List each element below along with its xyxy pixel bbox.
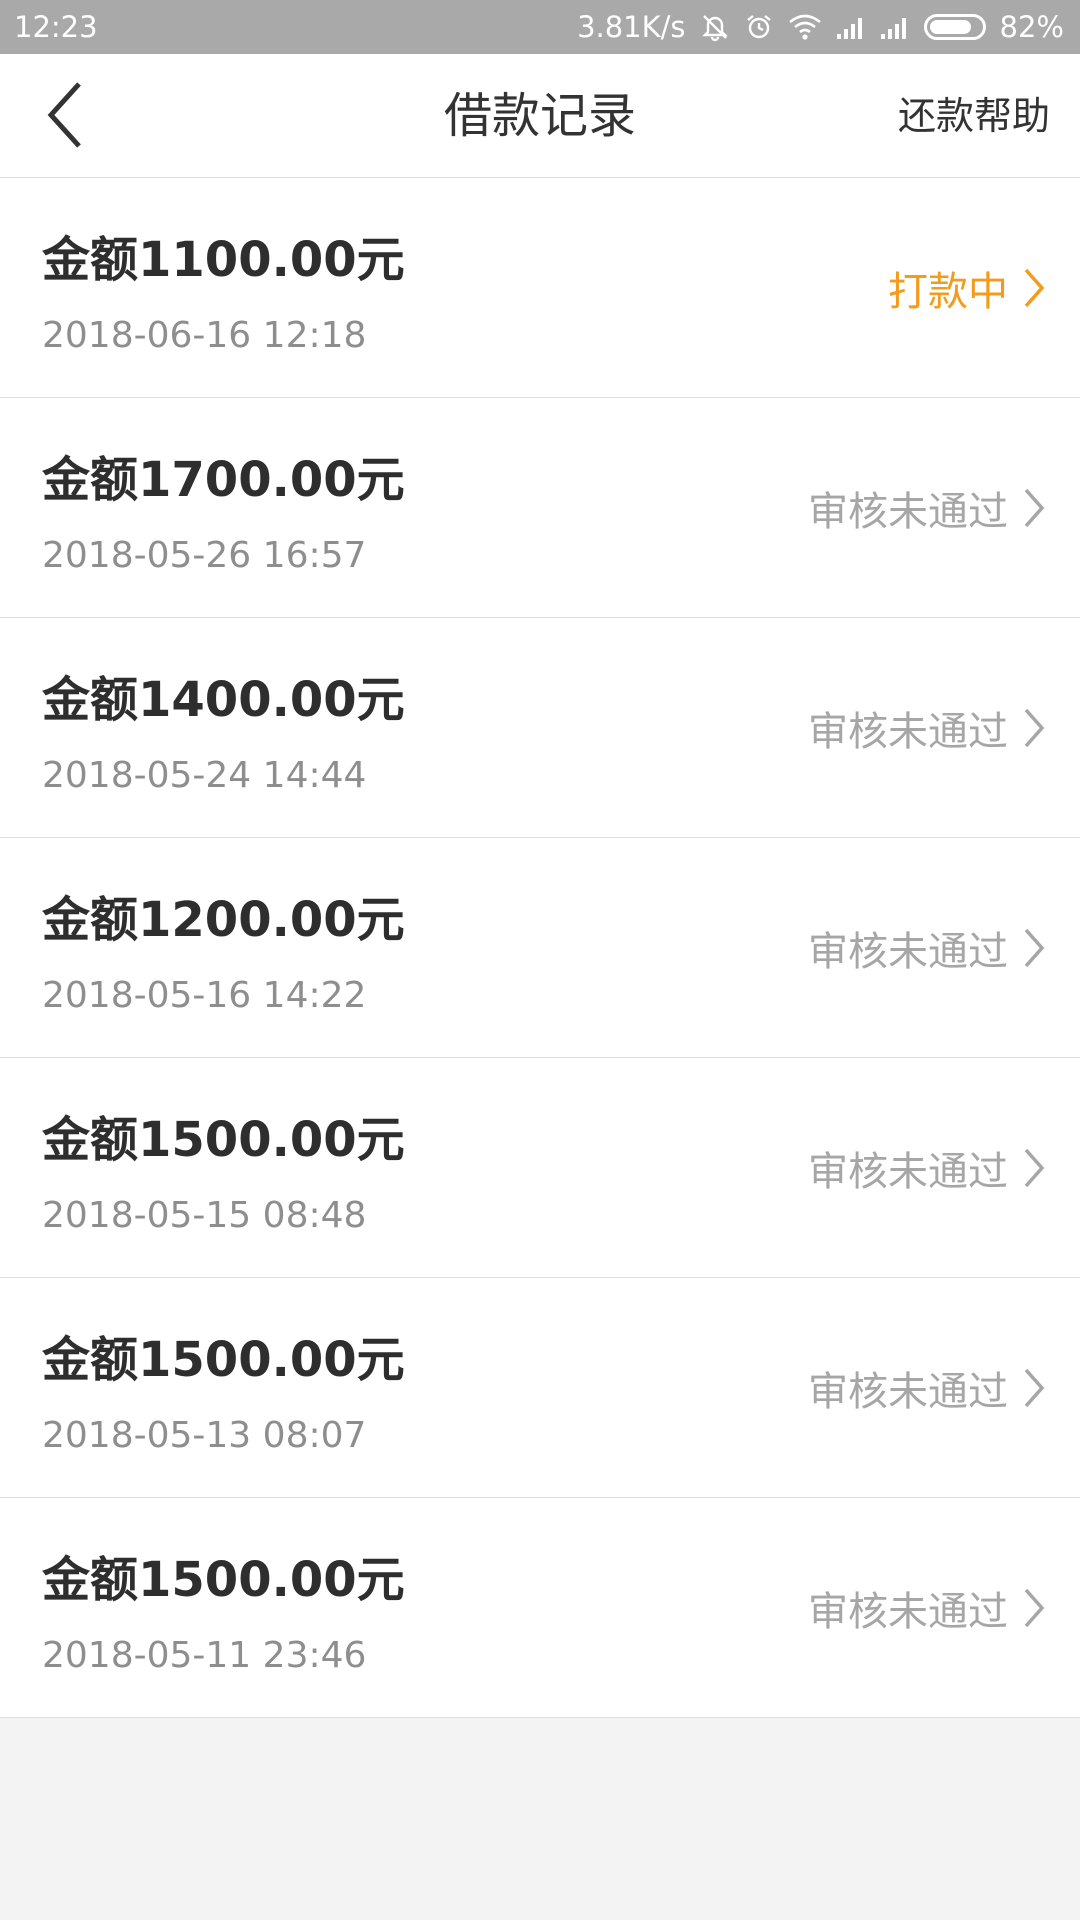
battery-percent: 82% [999,10,1064,44]
loan-record-list: 金额1100.00元 2018-06-16 12:18 打款中金额1700.00元 2… [0,178,1080,1718]
record-amount: 金额1700.00元 [42,452,405,508]
status-time: 12:23 [14,10,98,44]
loan-record-row[interactable]: 金额1500.00元 2018-05-13 08:07 审核未通过 [0,1278,1080,1498]
alarm-icon [744,12,774,42]
record-date: 2018-05-15 08:48 [42,1195,367,1236]
chevron-right-icon [1024,1148,1045,1188]
battery-level [929,20,971,34]
record-date: 2018-05-11 23:46 [42,1635,367,1676]
record-status-label: 审核未通过 [808,489,1008,535]
chevron-right-icon [1024,488,1045,528]
repayment-help-link[interactable]: 还款帮助 [898,54,1050,178]
record-status: 审核未通过 [808,398,1046,618]
signal-icon [836,14,866,40]
wifi-icon [788,13,822,41]
back-chevron-icon [47,82,81,148]
signal-icon [880,14,910,40]
record-amount: 金额1500.00元 [42,1552,405,1608]
loan-record-row[interactable]: 金额1500.00元 2018-05-11 23:46 审核未通过 [0,1498,1080,1718]
record-date: 2018-05-13 08:07 [42,1415,367,1456]
record-status-label: 打款中 [888,269,1008,315]
record-status: 审核未通过 [808,1278,1046,1498]
loan-record-row[interactable]: 金额1100.00元 2018-06-16 12:18 打款中 [0,178,1080,398]
record-date: 2018-05-26 16:57 [42,535,367,576]
record-status-label: 审核未通过 [808,929,1008,975]
network-speed: 3.81K/s [577,10,686,44]
record-status-label: 审核未通过 [808,1149,1008,1195]
record-status: 审核未通过 [808,838,1046,1058]
record-amount: 金额1100.00元 [42,232,405,288]
record-amount: 金额1500.00元 [42,1332,405,1388]
record-status: 审核未通过 [808,1058,1046,1278]
record-status-label: 审核未通过 [808,1369,1008,1415]
record-amount: 金额1200.00元 [42,892,405,948]
loan-record-row[interactable]: 金额1500.00元 2018-05-15 08:48 审核未通过 [0,1058,1080,1278]
record-status-label: 审核未通过 [808,709,1008,755]
record-date: 2018-06-16 12:18 [42,315,367,356]
record-amount: 金额1400.00元 [42,672,405,728]
record-status-label: 审核未通过 [808,1589,1008,1635]
chevron-right-icon [1024,708,1045,748]
chevron-right-icon [1024,928,1045,968]
mute-icon [700,12,730,42]
record-amount: 金额1500.00元 [42,1112,405,1168]
status-bar: 12:23 3.81K/s 82% [0,0,1080,54]
chevron-right-icon [1024,1588,1045,1628]
back-button[interactable] [30,80,100,150]
chevron-right-icon [1024,268,1045,308]
record-date: 2018-05-16 14:22 [42,975,367,1016]
record-status: 审核未通过 [808,618,1046,838]
loan-record-row[interactable]: 金额1200.00元 2018-05-16 14:22 审核未通过 [0,838,1080,1058]
chevron-right-icon [1024,1368,1045,1408]
loan-record-row[interactable]: 金额1400.00元 2018-05-24 14:44 审核未通过 [0,618,1080,838]
record-status: 审核未通过 [808,1498,1046,1718]
loan-record-row[interactable]: 金额1700.00元 2018-05-26 16:57 审核未通过 [0,398,1080,618]
record-date: 2018-05-24 14:44 [42,755,367,796]
record-status: 打款中 [888,178,1046,398]
status-icons: 3.81K/s 82% [577,10,1064,44]
navigation-bar: 借款记录 还款帮助 [0,54,1080,178]
battery-icon [923,14,986,40]
